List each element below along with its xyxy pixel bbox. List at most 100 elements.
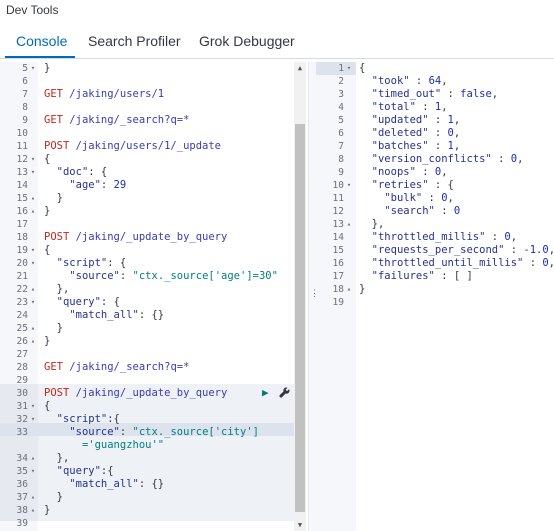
- line-code: GET /jaking/_search?q=*: [44, 361, 189, 374]
- line-code: {: [44, 153, 50, 166]
- code-token: }: [44, 335, 51, 347]
- code-line[interactable]: 22 ▴ },: [0, 283, 307, 296]
- code-line[interactable]: 5 ▾}: [0, 62, 307, 75]
- code-line[interactable]: 23 ▾ "query": {: [0, 296, 307, 309]
- code-token: ,: [491, 88, 499, 100]
- line-number: 3: [338, 89, 344, 100]
- fold-toggle-icon[interactable]: ▾: [29, 153, 37, 166]
- line-number: 25: [16, 323, 28, 334]
- code-line[interactable]: 34 ▴ },: [0, 452, 307, 465]
- code-token: }: [44, 322, 63, 334]
- scroll-up-button[interactable]: ▲: [294, 62, 306, 74]
- code-line[interactable]: 12 ▾ {: [0, 153, 307, 166]
- tab-search-profiler[interactable]: Search Profiler: [88, 33, 181, 49]
- code-line[interactable]: 26 ▴}: [0, 335, 307, 348]
- line-number: 13: [332, 219, 344, 230]
- tab-grok-debugger[interactable]: Grok Debugger: [199, 33, 295, 49]
- code-line[interactable]: 30 POST /jaking/_update_by_query: [0, 387, 307, 400]
- response-viewer[interactable]: 1 ▾{2 "took" : 64, 3 "timed_out" : false, 4…: [316, 62, 554, 531]
- code-token: "source": [69, 426, 120, 438]
- fold-toggle-icon[interactable]: ▾: [29, 166, 37, 179]
- code-line[interactable]: 21 "source": "ctx._source['age']=30": [0, 270, 307, 283]
- code-line[interactable]: 6: [0, 75, 307, 88]
- code-line: 3 "timed_out" : false,: [316, 88, 554, 101]
- code-line[interactable]: 17: [0, 218, 307, 231]
- fold-toggle-icon[interactable]: ▾: [29, 257, 37, 270]
- code-line[interactable]: 7 GET /jaking/users/1: [0, 88, 307, 101]
- code-line[interactable]: 32 ▾ "script":{: [0, 413, 307, 426]
- fold-toggle-icon[interactable]: ▴: [29, 491, 37, 504]
- code-token: "search": [384, 205, 435, 217]
- code-line[interactable]: ='guangzhou'": [0, 439, 307, 452]
- code-line[interactable]: 10: [0, 127, 307, 140]
- code-line[interactable]: 15 ▴ }: [0, 192, 307, 205]
- fold-toggle-icon[interactable]: ▴: [29, 322, 37, 335]
- code-token: "age": [69, 179, 101, 191]
- line-number: 6: [22, 76, 28, 87]
- fold-toggle-icon[interactable]: ▾: [29, 296, 37, 309]
- code-line[interactable]: 37 ▴ }: [0, 491, 307, 504]
- fold-toggle-icon[interactable]: ▾: [29, 400, 37, 413]
- code-token: ,: [441, 75, 448, 87]
- code-line[interactable]: 8: [0, 101, 307, 114]
- code-line[interactable]: 27: [0, 348, 307, 361]
- code-line[interactable]: 28 GET /jaking/_search?q=*: [0, 361, 307, 374]
- code-line[interactable]: 31 ▾ {: [0, 400, 307, 413]
- line-number: 17: [332, 271, 344, 282]
- fold-toggle-icon[interactable]: ▾: [29, 413, 37, 426]
- code-line: 10 ▾ "retries" : {: [316, 179, 554, 192]
- fold-toggle-icon[interactable]: ▾: [29, 244, 37, 257]
- code-token: "took": [371, 75, 410, 87]
- line-code: "query":{: [44, 465, 114, 478]
- code-line[interactable]: 13 ▾ "doc": {: [0, 166, 307, 179]
- fold-toggle-icon[interactable]: ▴: [29, 205, 37, 218]
- code-token: {: [44, 400, 51, 412]
- fold-toggle-icon[interactable]: ▾: [29, 62, 37, 75]
- fold-toggle-icon[interactable]: ▴: [29, 335, 37, 348]
- fold-toggle-icon[interactable]: ▾: [345, 62, 353, 75]
- fold-toggle-icon[interactable]: ▴: [345, 283, 353, 296]
- code-line[interactable]: 29: [0, 374, 307, 387]
- fold-toggle-icon[interactable]: ▴: [29, 504, 37, 517]
- code-line[interactable]: 18 POST /jaking/_update_by_query: [0, 231, 307, 244]
- code-line[interactable]: 20 ▾ "script": {: [0, 257, 307, 270]
- editor-scrollbar-thumb[interactable]: [295, 124, 305, 512]
- code-line[interactable]: 24 "match_all": {}: [0, 309, 307, 322]
- fold-toggle-icon[interactable]: ▴: [29, 452, 37, 465]
- line-number: 6: [338, 128, 344, 139]
- code-line[interactable]: 35 ▾ "query":{: [0, 465, 307, 478]
- line-number: 16: [332, 258, 344, 269]
- fold-toggle-icon[interactable]: ▾: [29, 465, 37, 478]
- fold-toggle-icon[interactable]: ▾: [345, 179, 353, 192]
- line-code: "noops" : 0,: [359, 166, 448, 179]
- code-line[interactable]: 11 POST /jaking/users/1/_update: [0, 140, 307, 153]
- code-line[interactable]: 25 ▴ }: [0, 322, 307, 335]
- code-line[interactable]: 16 ▴}: [0, 205, 307, 218]
- code-line[interactable]: 38 ▴}: [0, 504, 307, 517]
- send-request-button[interactable]: ▶: [262, 387, 269, 399]
- line-code: {: [44, 244, 50, 257]
- fold-toggle-icon[interactable]: ▴: [345, 218, 353, 231]
- code-line: 1 ▾ {: [316, 62, 554, 75]
- code-line[interactable]: 9 GET /jaking/_search?q=*: [0, 114, 307, 127]
- code-token: /jaking/_update_by_query: [75, 387, 228, 399]
- request-actions-button[interactable]: [279, 387, 290, 401]
- fold-toggle-icon[interactable]: ▴: [29, 283, 37, 296]
- code-token: ,: [453, 140, 461, 152]
- code-line[interactable]: 39: [0, 517, 307, 530]
- code-line[interactable]: 36 "match_all": {}: [0, 478, 307, 491]
- code-line: 5 "updated" : 1,: [316, 114, 554, 127]
- code-line[interactable]: 14 "age": 29: [0, 179, 307, 192]
- code-line[interactable]: 19 ▾ {: [0, 244, 307, 257]
- pane-resizer[interactable]: ⋮: [308, 62, 319, 531]
- code-line[interactable]: 33 "source": "ctx._source['city']: [0, 426, 307, 439]
- fold-toggle-icon[interactable]: ▴: [29, 192, 37, 205]
- tab-console[interactable]: Console: [16, 33, 67, 49]
- request-editor[interactable]: 5 ▾} 6 7 GET /jaking/users/1 8 9 GET /jaking/_s…: [0, 62, 307, 531]
- scroll-down-button[interactable]: ▼: [294, 519, 306, 531]
